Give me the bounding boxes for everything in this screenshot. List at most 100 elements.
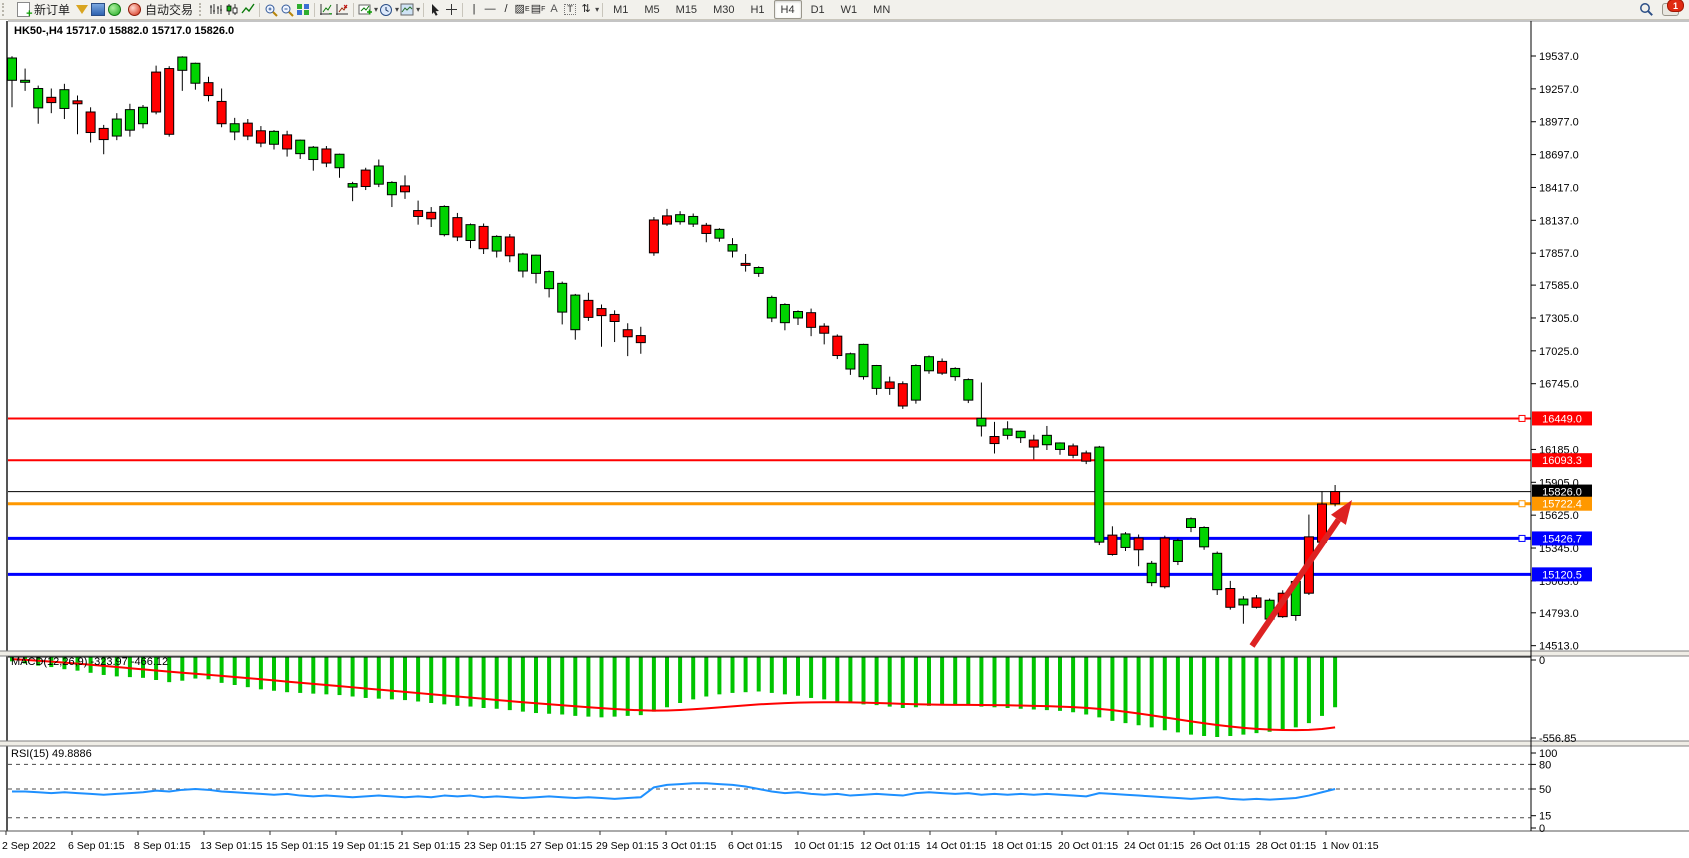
timeframe-MN[interactable]: MN <box>866 0 897 19</box>
candle-body-bear <box>1134 538 1143 550</box>
chart-svg[interactable]: 19537.019257.018977.018697.018417.018137… <box>0 0 1689 858</box>
candle-body-bull <box>911 366 920 401</box>
zoom-in-icon[interactable] <box>263 2 279 17</box>
candle-body-bull <box>964 380 973 401</box>
candle-body-bull <box>466 225 475 241</box>
timeframe-M30[interactable]: M30 <box>706 0 741 19</box>
auto-trading-button[interactable]: 自动交易 <box>122 1 197 18</box>
price-tick-label: 19537.0 <box>1539 51 1579 63</box>
time-tick-label: 6 Sep 01:15 <box>68 840 125 852</box>
signals-icon[interactable] <box>106 2 122 17</box>
candle-body-bull <box>191 63 200 83</box>
candlestick-chart-icon[interactable] <box>224 2 240 17</box>
bar-chart-icon[interactable] <box>208 2 224 17</box>
new-order-button[interactable]: + 新订单 <box>11 1 74 18</box>
search-icon[interactable] <box>1638 2 1654 17</box>
time-tick-label: 13 Sep 01:15 <box>200 840 263 852</box>
level-line-handle[interactable] <box>1519 415 1525 421</box>
toolbar-grip <box>199 3 206 16</box>
time-tick-label: 3 Oct 01:15 <box>662 840 716 852</box>
pane-separator[interactable] <box>0 741 1689 746</box>
indicator-remove-icon[interactable] <box>334 2 350 17</box>
timeframe-M1[interactable]: M1 <box>606 0 635 19</box>
new-order-icon: + <box>15 2 31 17</box>
candle-body-bear <box>99 128 108 139</box>
time-tick-label: 14 Oct 01:15 <box>926 840 986 852</box>
cursor-icon[interactable] <box>427 2 443 17</box>
time-tick-label: 27 Sep 01:15 <box>530 840 593 852</box>
template-caret[interactable]: ▾ <box>416 5 420 14</box>
zoom-out-icon[interactable] <box>279 2 295 17</box>
tile-windows-icon[interactable] <box>295 2 311 17</box>
candle-body-bear <box>322 149 331 163</box>
arrows-caret[interactable]: ▾ <box>595 5 599 14</box>
text-label-icon[interactable]: T <box>562 2 578 17</box>
vertical-line-icon[interactable]: | <box>466 2 482 17</box>
candle-body-bull <box>60 90 69 109</box>
auto-trading-label: 自动交易 <box>145 1 193 18</box>
candle-body-bear <box>73 101 82 104</box>
timeframe-M15[interactable]: M15 <box>669 0 704 19</box>
timeframe-group: M1M5M15M30H1H4D1W1MN <box>606 0 897 19</box>
period-clock-icon[interactable] <box>378 2 394 17</box>
candle-body-bull <box>492 236 501 251</box>
chat-icon[interactable]: 1 <box>1662 3 1679 16</box>
indicator-window-icon[interactable] <box>318 2 334 17</box>
arrows-icon[interactable]: ⇅ <box>578 2 594 17</box>
candle-body-bear <box>505 237 514 256</box>
rsi-axis-tick: 50 <box>1539 784 1551 796</box>
candle-body-bear <box>479 226 488 248</box>
price-tick-label: 19257.0 <box>1539 84 1579 96</box>
candle-body-bull <box>230 124 239 132</box>
text-icon[interactable]: A <box>546 2 562 17</box>
toolbar-separator <box>602 3 603 17</box>
candle-body-bear <box>256 131 265 143</box>
candle-body-bull <box>1016 431 1025 437</box>
trend-line-icon[interactable]: / <box>498 2 514 17</box>
crosshair-icon[interactable] <box>443 2 459 17</box>
pane-separator[interactable] <box>0 651 1689 656</box>
candle-body-bull <box>1213 553 1222 589</box>
timeframe-H4[interactable]: H4 <box>774 0 802 19</box>
horizontal-line-icon[interactable]: — <box>482 2 498 17</box>
candle-body-bear <box>1108 535 1117 554</box>
candle-body-bull <box>754 268 763 274</box>
time-tick-label: 19 Sep 01:15 <box>332 840 395 852</box>
fibonacci-icon[interactable]: ▤F <box>530 2 546 17</box>
toolbar-separator <box>314 3 315 17</box>
candle-body-bear <box>152 72 161 112</box>
toolbar-grip <box>2 3 9 16</box>
timeframe-W1[interactable]: W1 <box>834 0 865 19</box>
add-indicator-icon[interactable] <box>357 2 373 17</box>
price-tick-label: 14793.0 <box>1539 608 1579 620</box>
candle-body-bull <box>1239 599 1248 605</box>
template-icon[interactable] <box>399 2 415 17</box>
time-tick-label: 15 Sep 01:15 <box>266 840 329 852</box>
candle-body-bull <box>728 245 737 251</box>
line-chart-icon[interactable] <box>240 2 256 17</box>
candle-body-bull <box>309 147 318 159</box>
timeframe-M5[interactable]: M5 <box>637 0 666 19</box>
level-line-handle[interactable] <box>1519 535 1525 541</box>
candle-body-bull <box>387 182 396 194</box>
time-tick-label: 2 Sep 2022 <box>2 840 56 852</box>
price-tick-label: 18977.0 <box>1539 117 1579 129</box>
candle-body-bull <box>715 229 724 238</box>
candle-body-bull <box>1003 429 1012 435</box>
candle-body-bear <box>1252 598 1261 607</box>
candle-body-bear <box>1069 446 1078 455</box>
timeframe-H1[interactable]: H1 <box>743 0 771 19</box>
level-price-badge-text: 16093.3 <box>1542 455 1582 467</box>
candle-body-bear <box>453 218 462 237</box>
funnel-icon[interactable] <box>74 2 90 17</box>
candle-body-bull <box>139 107 148 123</box>
equidistant-channel-icon[interactable]: ▨E <box>514 2 530 17</box>
time-tick-label: 10 Oct 01:15 <box>794 840 854 852</box>
profiles-icon[interactable] <box>90 2 106 17</box>
time-tick-label: 26 Oct 01:15 <box>1190 840 1250 852</box>
level-line-handle[interactable] <box>1519 501 1525 507</box>
chart-title: HK50-,H4 15717.0 15882.0 15717.0 15826.0 <box>14 25 234 37</box>
candle-body-bull <box>1042 435 1051 444</box>
candle-body-bull <box>872 366 881 389</box>
timeframe-D1[interactable]: D1 <box>804 0 832 19</box>
